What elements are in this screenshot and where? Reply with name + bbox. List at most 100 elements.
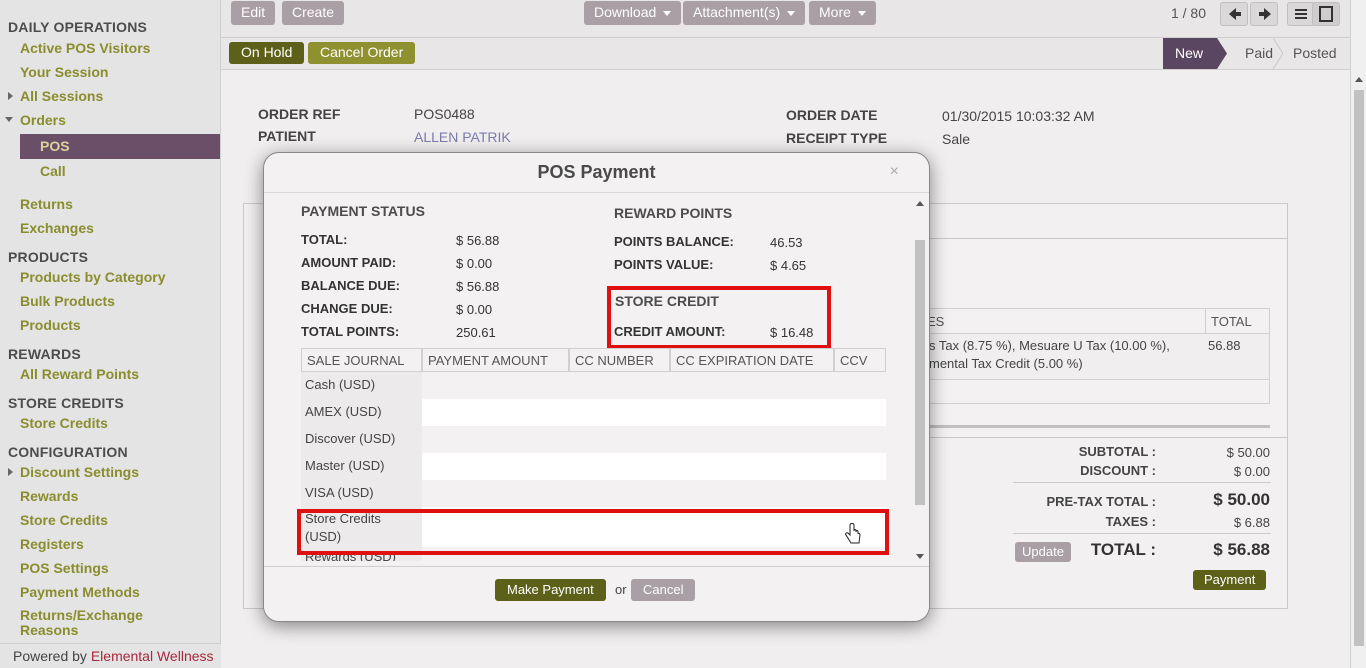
toolbar: Edit Create Download Attachment(s) More … — [221, 0, 1350, 38]
sidebar-item-returns[interactable]: Returns — [20, 196, 73, 212]
discover-amount-field[interactable] — [422, 426, 886, 453]
receipt-type-label: RECEIPT TYPE — [786, 130, 888, 146]
balance-due-value: $ 56.88 — [456, 279, 500, 294]
pretax-total-value: $ 50.00 — [1213, 490, 1270, 509]
sidebar-item-products[interactable]: Products — [20, 317, 81, 333]
expand-icon[interactable] — [8, 468, 13, 476]
sidebar-item-registers[interactable]: Registers — [20, 536, 84, 552]
table-row[interactable]: s Tax (8.75 %), Mesuare U Tax (10.00 %),… — [905, 334, 1270, 380]
sidebar-item-active-pos-visitors[interactable]: Active POS Visitors — [20, 40, 150, 56]
store-credit-heading: STORE CREDIT — [615, 293, 719, 309]
cancel-order-button[interactable]: Cancel Order — [308, 42, 416, 64]
stage-new[interactable]: New — [1163, 38, 1217, 69]
table-row[interactable]: Master (USD) — [301, 453, 886, 480]
expand-icon[interactable] — [8, 92, 13, 100]
sidebar-section-store-credits: STORE CREDITS — [8, 395, 124, 411]
dialog-header: POS Payment × — [264, 153, 929, 193]
make-payment-button[interactable]: Make Payment — [495, 579, 606, 601]
patient-link[interactable]: ALLEN PATRIK — [414, 129, 511, 145]
dialog-title: POS Payment — [537, 162, 656, 182]
sidebar-item-pos-label: POS — [40, 138, 70, 154]
page-scrollbar[interactable] — [1350, 0, 1366, 668]
sidebar-item-pos[interactable]: POS — [20, 134, 220, 159]
dialog-vertical-thumb[interactable] — [915, 240, 925, 505]
amex-amount-field[interactable] — [422, 399, 886, 426]
or-label: or — [615, 582, 627, 597]
page-scrollbar-thumb[interactable] — [1354, 90, 1364, 646]
pretax-total-label: PRE-TAX TOTAL : — [1046, 494, 1156, 509]
update-button[interactable]: Update — [1015, 542, 1071, 562]
create-button[interactable]: Create — [282, 1, 345, 25]
previous-button[interactable] — [1220, 2, 1248, 26]
powered-by-footer: Powered by Elemental Wellness — [0, 643, 221, 668]
download-dropdown[interactable]: Download — [584, 1, 682, 25]
sidebar-item-rewards[interactable]: Rewards — [20, 488, 78, 504]
sale-journal-header: SALE JOURNAL — [301, 348, 422, 372]
scroll-up-icon[interactable] — [916, 201, 924, 206]
table-row[interactable]: Cash (USD) — [301, 372, 886, 399]
taxes-label: TAXES : — [1105, 514, 1156, 529]
table-row[interactable]: AMEX (USD) — [301, 399, 886, 426]
sidebar-item-call[interactable]: Call — [40, 163, 66, 179]
payment-amount-header: PAYMENT AMOUNT — [422, 348, 569, 372]
more-label: More — [819, 4, 851, 20]
scroll-down-icon[interactable] — [916, 554, 924, 559]
subtotal-value: $ 50.00 — [1226, 445, 1270, 460]
sidebar-item-discount-settings[interactable]: Discount Settings — [20, 464, 139, 480]
sidebar-item-all-sessions[interactable]: All Sessions — [20, 88, 103, 104]
taxes-value: $ 6.88 — [1233, 515, 1270, 530]
cancel-button[interactable]: Cancel — [631, 579, 696, 601]
next-button[interactable] — [1250, 2, 1278, 26]
list-icon — [1295, 9, 1307, 19]
payment-button[interactable]: Payment — [1193, 570, 1267, 590]
cc-number-header: CC NUMBER — [569, 348, 670, 372]
sidebar-item-config-store-credits[interactable]: Store Credits — [20, 512, 108, 528]
powered-by-label: Powered by — [13, 648, 87, 664]
points-value-label: POINTS VALUE: — [614, 257, 714, 272]
total-label: TOTAL : — [1090, 540, 1156, 559]
form-view-button[interactable] — [1312, 2, 1340, 26]
patient-label: PATIENT — [258, 128, 316, 144]
table-row[interactable]: VISA (USD) — [301, 480, 886, 507]
cash-amount-field[interactable] — [422, 372, 886, 399]
totals-divider — [1013, 533, 1271, 534]
collapse-icon[interactable] — [5, 117, 13, 122]
on-hold-button[interactable]: On Hold — [229, 42, 305, 64]
points-balance-value: 46.53 — [770, 235, 803, 250]
table-row[interactable]: Discover (USD) — [301, 426, 886, 453]
hand-cursor-icon — [845, 523, 861, 544]
order-ref-value: POS0488 — [414, 106, 475, 122]
stage-posted[interactable]: Posted — [1293, 38, 1353, 69]
taxes-line-2: mental Tax Credit (5.00 %) — [929, 356, 1083, 371]
receipt-type-value: Sale — [942, 131, 971, 147]
sidebar-item-pos-settings[interactable]: POS Settings — [20, 560, 109, 576]
sidebar-item-bulk-products[interactable]: Bulk Products — [20, 293, 115, 309]
amount-paid-label: AMOUNT PAID: — [301, 255, 397, 270]
master-amount-field[interactable] — [422, 453, 886, 480]
sidebar-item-products-by-category[interactable]: Products by Category — [20, 269, 165, 285]
ccv-header: CCV — [834, 348, 886, 372]
sidebar-item-store-credits[interactable]: Store Credits — [20, 415, 108, 431]
scroll-up-icon[interactable] — [1355, 77, 1363, 82]
sidebar-item-your-session[interactable]: Your Session — [20, 64, 108, 80]
sidebar-item-exchanges[interactable]: Exchanges — [20, 220, 94, 236]
attachments-dropdown[interactable]: Attachment(s) — [683, 1, 806, 25]
sidebar-section-daily-operations: DAILY OPERATIONS — [8, 19, 148, 35]
close-icon[interactable]: × — [890, 163, 899, 181]
taxes-line-1: s Tax (8.75 %), Mesuare U Tax (10.00 %), — [929, 338, 1170, 353]
more-dropdown[interactable]: More — [809, 1, 876, 25]
sidebar-item-all-reward-points[interactable]: All Reward Points — [20, 366, 139, 382]
total-points-value: 250.61 — [456, 325, 496, 340]
stage-arrow-icon — [1217, 38, 1227, 69]
edit-button[interactable]: Edit — [231, 1, 276, 25]
total-value: $ 56.88 — [456, 233, 500, 248]
sidebar-item-returns-exchange-reasons[interactable]: Returns/Exchange Reasons — [20, 608, 160, 638]
points-value-value: $ 4.65 — [770, 258, 807, 273]
sidebar-item-payment-methods[interactable]: Payment Methods — [20, 584, 140, 600]
visa-amount-field[interactable] — [422, 480, 886, 507]
sidebar-item-orders[interactable]: Orders — [20, 112, 66, 128]
dialog-vertical-scrollbar[interactable] — [913, 197, 927, 562]
order-ref-label: ORDER REF — [258, 106, 341, 122]
brand-link[interactable]: Elemental Wellness — [91, 648, 214, 664]
list-view-button[interactable] — [1287, 2, 1315, 26]
